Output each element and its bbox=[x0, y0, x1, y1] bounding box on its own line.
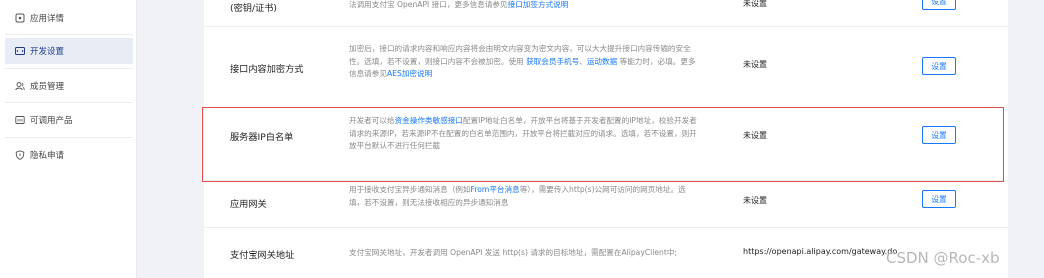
shield-icon bbox=[14, 150, 25, 161]
members-icon bbox=[14, 81, 25, 92]
sidebar-item-label: 应用详情 bbox=[30, 14, 65, 24]
row-status: 未设置 bbox=[743, 196, 767, 205]
row-status: 未设置 bbox=[743, 60, 767, 69]
link-sport-data[interactable]: 运动数据 bbox=[587, 57, 617, 66]
link-aes-doc[interactable]: AES加密说明 bbox=[387, 69, 432, 78]
watermark: CSDN @Roc-xb bbox=[886, 249, 1000, 267]
divider bbox=[5, 34, 133, 35]
row-description: 开发者可以给资金操作类敏感接口配置IP地址白名单，开放平台将基于开发者配置的IP… bbox=[349, 116, 697, 150]
divider bbox=[5, 137, 133, 138]
settings-row-ip-whitelist: 服务器IP白名单 开发者可以给资金操作类敏感接口配置IP地址白名单，开放平台将基… bbox=[204, 108, 1008, 181]
divider bbox=[5, 68, 133, 69]
sidebar-item-products[interactable]: 可调用产品 bbox=[5, 107, 133, 133]
settings-row-key: (密钥/证书) 法调用支付宝 OpenAPI 接口，更多信息请参见接口加签方式说… bbox=[204, 0, 1008, 27]
set-key-button[interactable]: 设置 bbox=[922, 0, 956, 10]
settings-row-gateway: 应用网关 用于接收支付宝异步通知消息（例如From平台消息等），需要传入http… bbox=[204, 181, 1008, 228]
sidebar-item-label: 隐私申请 bbox=[30, 151, 65, 161]
row-description: 用于接收支付宝异步通知消息（例如From平台消息等），需要传入http(s)公网… bbox=[349, 185, 686, 207]
app-icon bbox=[14, 13, 25, 24]
row-description: 支付宝网关地址，开发者调用 OpenAPI 发送 http(s) 请求的目标地址… bbox=[349, 248, 677, 257]
sidebar-item-label: 成员管理 bbox=[30, 82, 65, 92]
row-status: 未设置 bbox=[743, 131, 767, 140]
link-member-phone[interactable]: 获取会员手机号 bbox=[526, 57, 579, 66]
gateway-url: https://openapi.alipay.com/gateway.do bbox=[743, 247, 898, 256]
products-icon bbox=[14, 115, 25, 126]
row-title: (密钥/证书) bbox=[230, 3, 278, 14]
link-from-platform-msg[interactable]: From平台消息 bbox=[471, 185, 520, 194]
set-encryption-button[interactable]: 设置 bbox=[922, 57, 956, 75]
sidebar-item-members[interactable]: 成员管理 bbox=[5, 73, 133, 99]
sidebar-item-privacy[interactable]: 隐私申请 bbox=[5, 142, 133, 168]
row-description: 加密后，接口的请求内容和响应内容将会由明文内容变为密文内容，可以大大提升接口内容… bbox=[349, 44, 696, 78]
settings-row-encryption: 接口内容加密方式 加密后，接口的请求内容和响应内容将会由明文内容变为密文内容，可… bbox=[204, 27, 1008, 108]
row-description: 法调用支付宝 OpenAPI 接口，更多信息请参见接口加签方式说明 bbox=[349, 0, 569, 9]
link-signing-doc[interactable]: 接口加签方式说明 bbox=[508, 0, 569, 9]
row-title: 应用网关 bbox=[230, 199, 267, 210]
row-title: 支付宝网关地址 bbox=[230, 250, 295, 261]
row-title: 接口内容加密方式 bbox=[230, 64, 304, 75]
set-gateway-button[interactable]: 设置 bbox=[922, 190, 956, 208]
sidebar-item-app-details[interactable]: 应用详情 bbox=[5, 5, 133, 31]
sidebar-item-label: 开发设置 bbox=[30, 47, 65, 57]
row-title: 服务器IP白名单 bbox=[230, 132, 294, 143]
divider bbox=[5, 102, 133, 103]
code-icon bbox=[14, 46, 25, 57]
set-ip-whitelist-button[interactable]: 设置 bbox=[922, 126, 956, 144]
sidebar-item-label: 可调用产品 bbox=[30, 116, 73, 126]
row-status: 未设置 bbox=[743, 0, 767, 8]
settings-panel: (密钥/证书) 法调用支付宝 OpenAPI 接口，更多信息请参见接口加签方式说… bbox=[204, 0, 1008, 278]
link-sensitive-api[interactable]: 资金操作类敏感接口 bbox=[395, 116, 463, 125]
sidebar: 应用详情 开发设置 成员管理 可调用产品 隐私申请 bbox=[0, 0, 137, 278]
sidebar-item-dev-settings[interactable]: 开发设置 bbox=[5, 38, 133, 64]
